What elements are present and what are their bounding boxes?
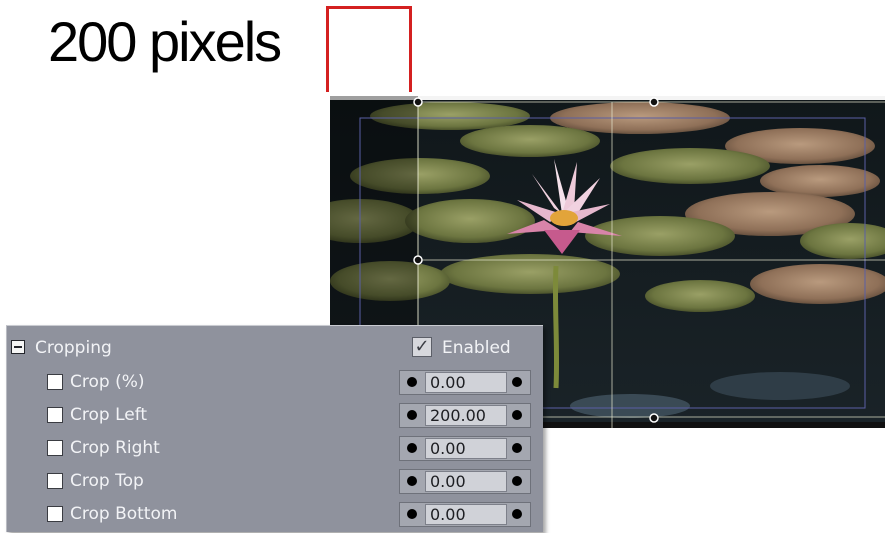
collapse-toggle-icon[interactable]	[11, 340, 25, 354]
crop-left-field: 200.00	[399, 403, 531, 428]
keyframe-prev-icon[interactable]	[407, 443, 417, 453]
keyframe-prev-icon[interactable]	[407, 509, 417, 519]
keyframe-next-icon[interactable]	[512, 410, 522, 420]
crop-left-row: Crop Left 200.00	[7, 400, 543, 430]
keyframe-prev-icon[interactable]	[407, 476, 417, 486]
keyframe-next-icon[interactable]	[512, 509, 522, 519]
keyframe-next-icon[interactable]	[512, 443, 522, 453]
keyframe-next-icon[interactable]	[512, 476, 522, 486]
crop-top-value[interactable]: 0.00	[425, 471, 507, 492]
crop-top-field: 0.00	[399, 469, 531, 494]
enabled-checkbox[interactable]: ✓	[412, 337, 432, 357]
keyframe-next-icon[interactable]	[512, 377, 522, 387]
crop-percent-checkbox[interactable]	[47, 374, 63, 390]
crop-bottom-row: Crop Bottom 0.00	[7, 499, 543, 529]
crop-percent-label: Crop (%)	[70, 372, 145, 392]
cropping-panel: Cropping ✓ Enabled Crop (%) 0.00 Crop Le…	[6, 325, 543, 532]
crop-percent-value[interactable]: 0.00	[425, 372, 507, 393]
crop-percent-field: 0.00	[399, 370, 531, 395]
crop-bottom-field: 0.00	[399, 502, 531, 527]
crop-percent-row: Crop (%) 0.00	[7, 367, 543, 397]
section-label: Cropping	[35, 338, 112, 358]
crop-top-checkbox[interactable]	[47, 473, 63, 489]
crop-bottom-checkbox[interactable]	[47, 506, 63, 522]
crop-top-label: Crop Top	[70, 471, 144, 491]
crop-right-label: Crop Right	[70, 438, 160, 458]
crop-left-checkbox[interactable]	[47, 407, 63, 423]
crop-left-label: Crop Left	[70, 405, 148, 425]
crop-bottom-value[interactable]: 0.00	[425, 504, 507, 525]
crop-right-checkbox[interactable]	[47, 440, 63, 456]
enabled-label: Enabled	[442, 338, 511, 358]
cropping-section-header: Cropping ✓ Enabled	[7, 334, 543, 362]
crop-right-field: 0.00	[399, 436, 531, 461]
crop-right-value[interactable]: 0.00	[425, 438, 507, 459]
crop-width-marker	[326, 6, 412, 92]
crop-bottom-label: Crop Bottom	[70, 504, 178, 524]
keyframe-prev-icon[interactable]	[407, 377, 417, 387]
keyframe-prev-icon[interactable]	[407, 410, 417, 420]
crop-top-row: Crop Top 0.00	[7, 466, 543, 496]
annotation-title: 200 pixels	[48, 10, 282, 73]
crop-right-row: Crop Right 0.00	[7, 433, 543, 463]
crop-left-value[interactable]: 200.00	[425, 405, 507, 426]
